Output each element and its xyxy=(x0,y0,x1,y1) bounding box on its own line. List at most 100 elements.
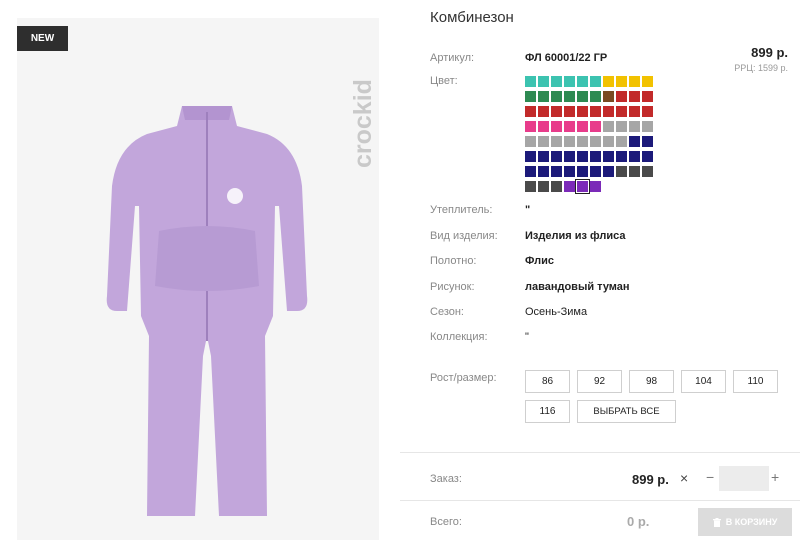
color-swatch-row xyxy=(525,76,685,87)
color-swatch[interactable] xyxy=(590,166,601,177)
color-swatch[interactable] xyxy=(577,106,588,117)
color-swatch[interactable] xyxy=(538,151,549,162)
quantity-input[interactable] xyxy=(719,466,769,491)
filler-value: " xyxy=(525,204,531,216)
color-swatch[interactable] xyxy=(603,136,614,147)
color-swatch[interactable] xyxy=(564,166,575,177)
add-to-cart-button[interactable]: В КОРЗИНУ xyxy=(698,508,792,536)
article-label: Артикул: xyxy=(430,52,475,64)
select-all-sizes-button[interactable]: ВЫБРАТЬ ВСЕ xyxy=(577,400,676,423)
color-swatch[interactable] xyxy=(577,151,588,162)
color-swatch-row xyxy=(525,151,685,162)
color-swatch[interactable] xyxy=(642,91,653,102)
color-swatch[interactable] xyxy=(564,136,575,147)
color-swatch[interactable] xyxy=(616,166,627,177)
color-swatch[interactable] xyxy=(616,121,627,132)
color-swatch[interactable] xyxy=(642,121,653,132)
color-swatch[interactable] xyxy=(590,121,601,132)
color-swatch[interactable] xyxy=(616,106,627,117)
color-swatch[interactable] xyxy=(551,166,562,177)
color-swatch[interactable] xyxy=(538,76,549,87)
color-swatch[interactable] xyxy=(551,91,562,102)
color-swatch[interactable] xyxy=(603,76,614,87)
color-swatch[interactable] xyxy=(616,151,627,162)
color-swatch[interactable] xyxy=(538,166,549,177)
color-swatch[interactable] xyxy=(616,76,627,87)
season-label: Сезон: xyxy=(430,306,464,318)
size-button-104[interactable]: 104 xyxy=(681,370,726,393)
color-swatch[interactable] xyxy=(577,136,588,147)
size-button-86[interactable]: 86 xyxy=(525,370,570,393)
color-swatch[interactable] xyxy=(551,136,562,147)
color-swatch[interactable] xyxy=(551,106,562,117)
color-swatch[interactable] xyxy=(525,136,536,147)
color-swatch[interactable] xyxy=(525,166,536,177)
color-swatch[interactable] xyxy=(564,76,575,87)
color-swatch[interactable] xyxy=(616,91,627,102)
color-swatch[interactable] xyxy=(538,136,549,147)
size-button-116[interactable]: 116 xyxy=(525,400,570,423)
color-swatch[interactable] xyxy=(551,181,562,192)
color-swatch[interactable] xyxy=(525,106,536,117)
color-swatch[interactable] xyxy=(629,91,640,102)
color-swatch[interactable] xyxy=(525,151,536,162)
kind-label: Вид изделия: xyxy=(430,230,498,242)
color-swatch[interactable] xyxy=(590,151,601,162)
color-swatch[interactable] xyxy=(629,166,640,177)
color-swatch[interactable] xyxy=(577,91,588,102)
color-swatch[interactable] xyxy=(551,121,562,132)
size-button-92[interactable]: 92 xyxy=(577,370,622,393)
size-button-98[interactable]: 98 xyxy=(629,370,674,393)
product-rrp: РРЦ: 1599 р. xyxy=(734,63,788,73)
color-swatch[interactable] xyxy=(603,166,614,177)
color-swatch[interactable] xyxy=(603,151,614,162)
color-swatch[interactable] xyxy=(525,121,536,132)
color-swatch[interactable] xyxy=(629,76,640,87)
color-swatch[interactable] xyxy=(629,106,640,117)
size-button-110[interactable]: 110 xyxy=(733,370,778,393)
quantity-increment-button[interactable]: + xyxy=(771,469,779,485)
color-swatch[interactable] xyxy=(525,91,536,102)
color-swatch[interactable] xyxy=(564,181,575,192)
color-swatch[interactable] xyxy=(577,76,588,87)
color-swatch[interactable] xyxy=(525,76,536,87)
color-swatch[interactable] xyxy=(642,76,653,87)
color-swatch[interactable] xyxy=(564,106,575,117)
color-swatch[interactable] xyxy=(538,121,549,132)
color-swatch[interactable] xyxy=(590,76,601,87)
color-swatch[interactable] xyxy=(538,106,549,117)
color-swatch[interactable] xyxy=(575,179,590,194)
color-swatch[interactable] xyxy=(590,91,601,102)
color-swatch[interactable] xyxy=(616,136,627,147)
color-swatch[interactable] xyxy=(603,91,614,102)
color-swatch[interactable] xyxy=(629,151,640,162)
color-swatch[interactable] xyxy=(577,121,588,132)
color-swatch[interactable] xyxy=(642,136,653,147)
color-swatch[interactable] xyxy=(603,121,614,132)
color-swatch[interactable] xyxy=(629,136,640,147)
color-swatch[interactable] xyxy=(642,151,653,162)
clear-order-button[interactable]: × xyxy=(680,470,688,486)
color-swatch[interactable] xyxy=(603,106,614,117)
color-swatch[interactable] xyxy=(538,181,549,192)
color-swatch[interactable] xyxy=(642,106,653,117)
color-swatch[interactable] xyxy=(642,166,653,177)
article-value: ФЛ 60001/22 ГР xyxy=(525,52,608,64)
print-value: лавандовый туман xyxy=(525,281,630,293)
quantity-decrement-button[interactable]: − xyxy=(706,469,714,485)
color-swatch[interactable] xyxy=(590,136,601,147)
color-swatch[interactable] xyxy=(538,91,549,102)
color-swatch[interactable] xyxy=(629,121,640,132)
color-swatch[interactable] xyxy=(564,151,575,162)
color-swatch-row xyxy=(525,166,685,177)
color-swatch[interactable] xyxy=(564,91,575,102)
color-swatch[interactable] xyxy=(551,151,562,162)
color-swatch[interactable] xyxy=(590,181,601,192)
collection-value: " xyxy=(525,331,529,343)
color-swatch[interactable] xyxy=(590,106,601,117)
color-swatch[interactable] xyxy=(577,166,588,177)
color-swatch[interactable] xyxy=(551,76,562,87)
product-price: 899 р. xyxy=(751,45,788,60)
color-swatch[interactable] xyxy=(525,181,536,192)
color-swatch[interactable] xyxy=(564,121,575,132)
